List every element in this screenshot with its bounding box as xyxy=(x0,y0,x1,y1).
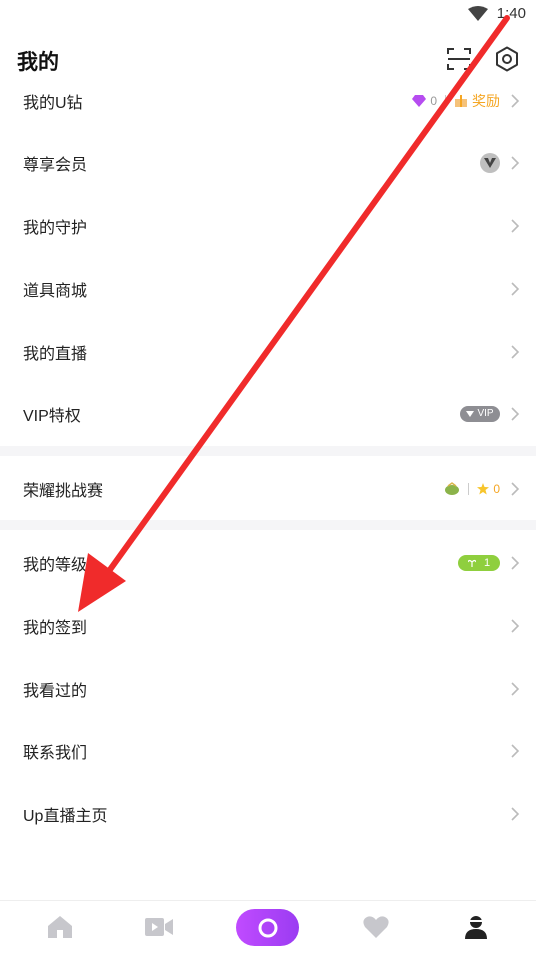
menu-item-label: 道具商城 xyxy=(23,282,88,300)
chevron-right-icon xyxy=(511,406,520,421)
menu-item-my-guard[interactable]: 我的守护 xyxy=(0,194,536,257)
chevron-right-icon xyxy=(511,481,520,496)
star-count: 0 xyxy=(493,481,500,496)
chevron-right-icon xyxy=(511,93,520,108)
status-time: 1:40 xyxy=(496,5,526,22)
nav-video[interactable] xyxy=(143,911,175,943)
reward-icon xyxy=(455,94,467,107)
chevron-right-icon xyxy=(511,281,520,296)
status-bar: 1:40 xyxy=(0,0,536,30)
trophy-icon xyxy=(445,481,460,495)
nav-live[interactable] xyxy=(236,909,299,946)
vip-info: VIP xyxy=(460,405,500,422)
menu-item-vip-privilege[interactable]: VIP特权 VIP xyxy=(0,382,536,445)
bottom-nav xyxy=(0,900,536,953)
chevron-right-icon xyxy=(511,344,520,359)
menu-item-label: Up直播主页 xyxy=(23,807,108,825)
chevron-right-icon xyxy=(511,681,520,696)
menu-item-my-level[interactable]: 我的等级 1 xyxy=(0,531,536,594)
level-value: 1 xyxy=(483,556,491,569)
menu-item-label: 我看过的 xyxy=(23,682,88,700)
nav-profile[interactable] xyxy=(460,911,492,943)
video-icon xyxy=(145,918,173,936)
chevron-right-icon xyxy=(511,806,520,821)
level-badge: 1 xyxy=(458,554,500,571)
member-info xyxy=(480,152,500,173)
menu-item-label: 我的等级 xyxy=(23,556,88,574)
section-divider xyxy=(0,520,536,530)
chevron-right-icon xyxy=(511,218,520,233)
live-icon xyxy=(258,918,277,937)
menu-item-label: 我的U钻 xyxy=(23,94,83,112)
diamond-count: 0 xyxy=(430,93,437,108)
section-divider xyxy=(0,446,536,456)
profile-icon xyxy=(465,916,487,939)
diamond-reward-info: 0 奖励 xyxy=(412,91,500,111)
nav-home[interactable] xyxy=(44,911,76,943)
menu-item-u-diamond[interactable]: 我的U钻 0 奖励 xyxy=(0,69,536,132)
menu-item-prop-store[interactable]: 道具商城 xyxy=(0,257,536,320)
menu-item-my-checkin[interactable]: 我的签到 xyxy=(0,594,536,657)
sprout-icon xyxy=(467,559,476,567)
home-icon xyxy=(48,916,72,938)
menu-item-label: 我的签到 xyxy=(23,619,88,637)
menu-item-premium-member[interactable]: 尊享会员 xyxy=(0,131,536,194)
star-icon xyxy=(477,482,490,494)
chevron-right-icon xyxy=(511,155,520,170)
menu-item-label: 联系我们 xyxy=(23,744,88,762)
member-badge-icon xyxy=(480,152,500,173)
vip-diamond-icon xyxy=(466,410,475,417)
menu-item-label: VIP特权 xyxy=(23,407,81,425)
wifi-icon xyxy=(468,6,488,21)
menu-item-contact-us[interactable]: 联系我们 xyxy=(0,719,536,782)
diamond-icon xyxy=(412,94,427,107)
challenge-info: 0 xyxy=(444,482,500,496)
menu-item-watch-history[interactable]: 我看过的 xyxy=(0,657,536,720)
reward-label: 奖励 xyxy=(472,92,500,109)
menu-item-label: 荣耀挑战赛 xyxy=(23,482,104,500)
nav-favorite[interactable] xyxy=(360,911,392,943)
chevron-right-icon xyxy=(511,618,520,633)
menu-item-label: 我的守护 xyxy=(23,219,88,237)
separator xyxy=(445,94,446,107)
menu-item-glory-challenge[interactable]: 荣耀挑战赛 0 xyxy=(0,457,536,520)
vip-badge-text: VIP xyxy=(477,408,494,419)
chevron-right-icon xyxy=(511,555,520,570)
level-info: 1 xyxy=(458,554,500,571)
heart-icon xyxy=(363,916,389,938)
menu-item-label: 我的直播 xyxy=(23,345,88,363)
vip-badge: VIP xyxy=(460,405,500,422)
menu-item-label: 尊享会员 xyxy=(23,156,88,174)
menu-item-up-live-homepage[interactable]: Up直播主页 xyxy=(0,782,536,845)
separator xyxy=(468,482,470,495)
chevron-right-icon xyxy=(511,743,520,758)
menu-item-my-live[interactable]: 我的直播 xyxy=(0,320,536,383)
